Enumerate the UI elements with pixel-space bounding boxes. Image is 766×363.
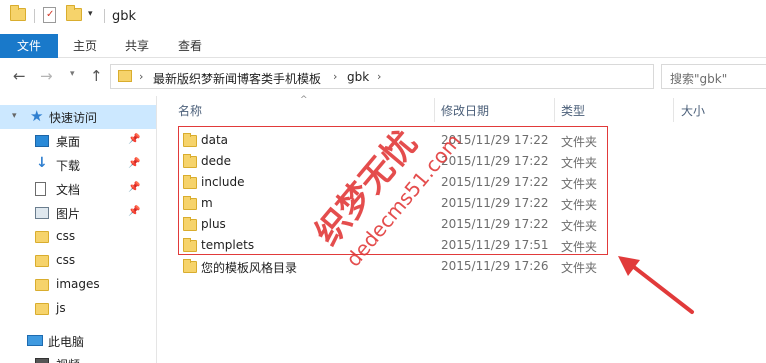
sidebar-item-pictures[interactable]: 图片 📌 xyxy=(0,201,156,225)
annotation-arrow-icon xyxy=(618,256,694,314)
recent-locations-icon[interactable]: ▾ xyxy=(70,69,75,79)
up-arrow-icon[interactable]: ↑ xyxy=(90,68,103,84)
file-date: 2015/11/29 17:26 xyxy=(441,259,549,273)
column-divider[interactable] xyxy=(434,98,435,122)
column-divider[interactable] xyxy=(554,98,555,122)
sort-ascending-icon: ^ xyxy=(300,95,308,105)
search-input[interactable]: 搜索"gbk" xyxy=(661,64,766,89)
pin-icon[interactable]: 📌 xyxy=(128,134,140,145)
star-icon: ★ xyxy=(30,107,44,125)
pin-icon[interactable]: 📌 xyxy=(128,182,140,193)
sidebar-item-label: 快速访问 xyxy=(49,111,98,125)
toolbar-divider xyxy=(34,9,35,23)
chevron-right-icon[interactable]: › xyxy=(377,70,381,83)
sidebar-item-label: css xyxy=(56,229,76,243)
back-arrow-icon[interactable]: ← xyxy=(13,68,26,84)
ribbon-tabs: 文件 主页 共享 查看 xyxy=(0,34,766,58)
sidebar-item-desktop[interactable]: 桌面 📌 xyxy=(0,129,156,153)
folder-icon xyxy=(183,259,197,273)
file-name: 您的模板风格目录 xyxy=(201,261,298,275)
folder-icon xyxy=(35,303,49,315)
column-divider[interactable] xyxy=(673,98,674,122)
sidebar-item-quick-access[interactable]: ▾ ★ 快速访问 xyxy=(0,105,156,129)
tab-view[interactable]: 查看 xyxy=(178,34,202,58)
chevron-down-icon[interactable]: ▾ xyxy=(12,111,17,121)
folder-icon xyxy=(35,255,49,267)
tab-file[interactable]: 文件 xyxy=(0,34,58,58)
folder-icon xyxy=(35,231,49,243)
pin-icon[interactable]: 📌 xyxy=(128,158,140,169)
column-header-size[interactable]: 大小 xyxy=(681,102,705,119)
new-folder-icon[interactable] xyxy=(66,5,82,21)
sidebar-item-label: images xyxy=(56,277,100,291)
sidebar-item-label: css xyxy=(56,253,76,267)
sidebar-item-videos[interactable]: 视频 xyxy=(0,352,156,363)
title-bar: ✓ ▾ gbk xyxy=(0,0,766,34)
navigation-bar: ← → ▾ ↑ › 最新版织梦新闻博客类手机模板 › gbk › 搜索"gbk" xyxy=(0,58,766,96)
sidebar-item-images[interactable]: images xyxy=(0,273,156,297)
picture-icon xyxy=(35,207,49,219)
tab-share[interactable]: 共享 xyxy=(125,34,149,58)
file-type: 文件夹 xyxy=(561,261,598,275)
customize-toolbar-icon[interactable]: ▾ xyxy=(88,9,93,19)
document-icon xyxy=(35,182,46,196)
sidebar-item-css[interactable]: css xyxy=(0,249,156,273)
column-header-label: 名称 xyxy=(178,104,203,118)
sidebar-item-label: 此电脑 xyxy=(48,335,85,349)
folder-icon xyxy=(118,70,132,82)
video-icon xyxy=(35,358,49,363)
properties-icon[interactable]: ✓ xyxy=(43,7,56,23)
chevron-right-icon[interactable]: › xyxy=(139,70,143,83)
column-header-date[interactable]: 修改日期 xyxy=(441,102,489,119)
sidebar-item-label: 视频 xyxy=(56,356,80,363)
pin-icon[interactable]: 📌 xyxy=(128,206,140,217)
sidebar-item-label: 文档 xyxy=(56,183,81,197)
sidebar-item-js[interactable]: js xyxy=(0,297,156,321)
folder-icon xyxy=(35,279,49,291)
sidebar-item-label: js xyxy=(56,301,66,315)
column-header-type[interactable]: 类型 xyxy=(561,102,585,119)
computer-icon xyxy=(27,335,43,346)
sidebar-item-downloads[interactable]: ↓ 下载 📌 xyxy=(0,153,156,177)
column-header-name[interactable]: 名称 xyxy=(178,102,202,119)
sidebar-item-label: 图片 xyxy=(56,207,81,221)
breadcrumb-item[interactable]: 最新版织梦新闻博客类手机模板 xyxy=(153,70,321,87)
navigation-pane: ▾ ★ 快速访问 桌面 📌 ↓ 下载 📌 文档 📌 图片 📌 css css i… xyxy=(0,96,157,363)
window-title: gbk xyxy=(112,9,137,24)
address-bar[interactable]: › 最新版织梦新闻博客类手机模板 › gbk › xyxy=(110,64,654,89)
search-placeholder: 搜索"gbk" xyxy=(670,72,728,86)
sidebar-item-css[interactable]: css xyxy=(0,225,156,249)
toolbar-divider xyxy=(104,9,105,23)
tab-home[interactable]: 主页 xyxy=(73,34,97,58)
breadcrumb-item[interactable]: gbk xyxy=(347,70,369,84)
sidebar-item-label: 桌面 xyxy=(56,135,81,149)
chevron-right-icon[interactable]: › xyxy=(333,70,337,83)
annotation-highlight-box xyxy=(178,126,608,255)
sidebar-item-label: 下载 xyxy=(56,159,81,173)
forward-arrow-icon[interactable]: → xyxy=(40,68,53,84)
download-icon: ↓ xyxy=(36,155,48,171)
sidebar-item-this-pc[interactable]: 此电脑 xyxy=(0,329,156,353)
desktop-icon xyxy=(35,135,49,147)
sidebar-item-documents[interactable]: 文档 📌 xyxy=(0,177,156,201)
folder-icon[interactable] xyxy=(10,5,26,21)
